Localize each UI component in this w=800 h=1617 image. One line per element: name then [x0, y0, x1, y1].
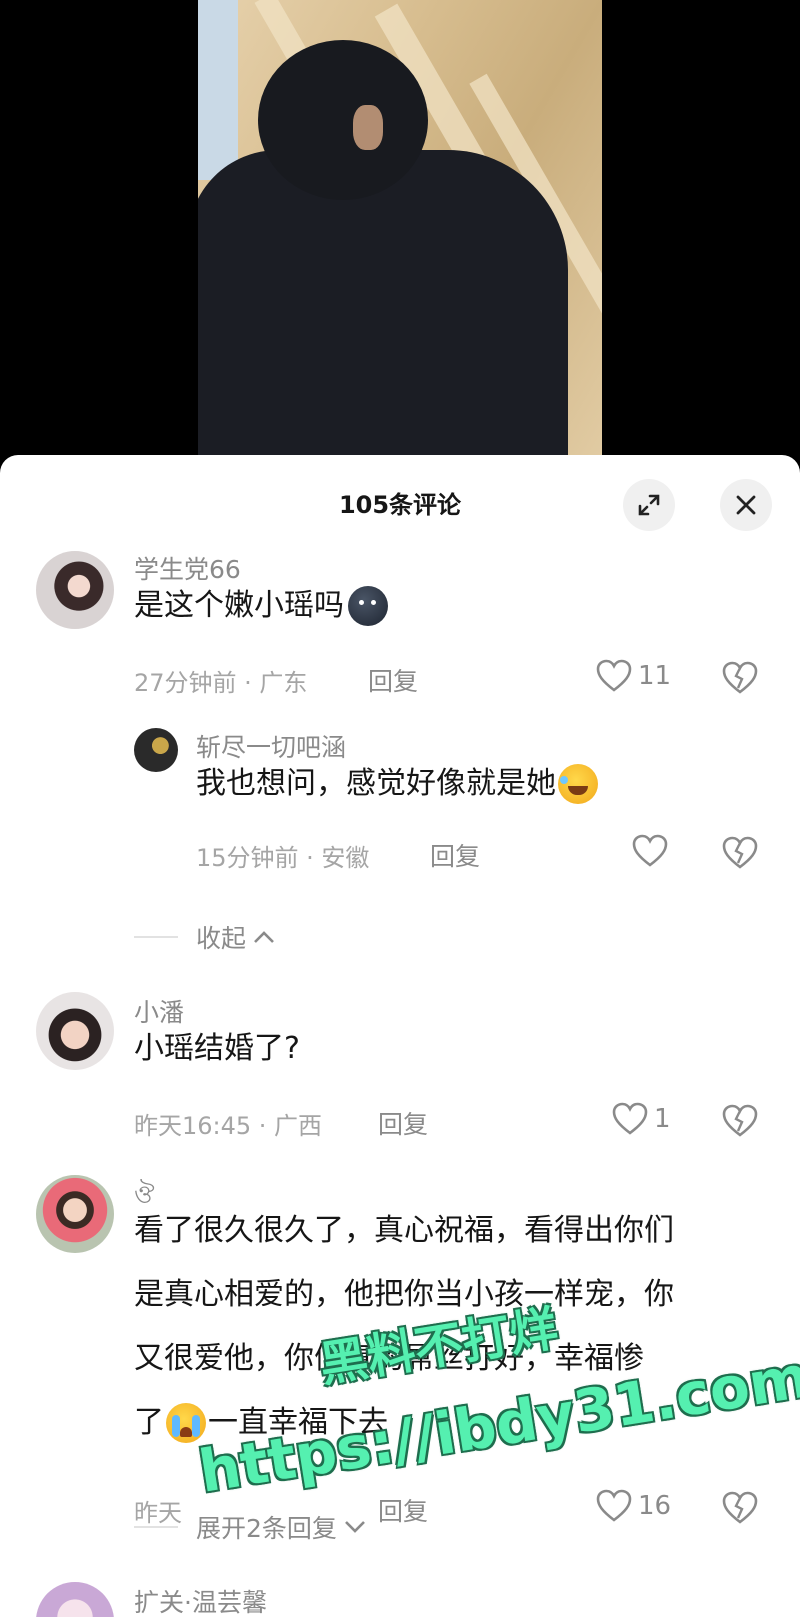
broken-heart-icon [722, 661, 758, 694]
dislike-button[interactable] [722, 1104, 758, 1142]
heart-outline-icon [596, 659, 632, 692]
comment-text: 小瑶结婚了? [134, 1031, 300, 1066]
reply-text: 我也想问，感觉好像就是她 [196, 766, 556, 801]
round-face-emoji [348, 586, 388, 626]
avatar[interactable] [36, 1582, 114, 1617]
reply-text-row: 我也想问，感觉好像就是她 [196, 756, 796, 812]
like-button[interactable] [632, 834, 674, 868]
broken-heart-icon [722, 836, 758, 869]
reply-avatar[interactable] [134, 728, 178, 772]
collapse-replies-button[interactable]: 收起 [196, 919, 276, 955]
chevron-up-icon [254, 931, 274, 943]
avatar[interactable] [36, 1175, 114, 1253]
like-button[interactable]: 11 [596, 659, 671, 693]
heart-outline-icon [612, 1102, 648, 1135]
video-frame [198, 0, 602, 470]
expand-replies-label: 展开2条回复 [196, 1514, 337, 1543]
like-count: 16 [638, 1491, 672, 1521]
comment-text-start: 了 [134, 1405, 164, 1440]
comment-meta: 27分钟前 · 广东 [134, 669, 308, 697]
comment-text-line: 看了很久很久了，真心祝福，看得出你们 [134, 1213, 674, 1248]
dislike-button[interactable] [722, 1491, 758, 1529]
comment-count-title: 105条评论 [338, 491, 462, 519]
person-figure [198, 150, 568, 470]
expand-icon [638, 494, 660, 516]
thread-divider [134, 936, 178, 938]
heart-outline-icon [632, 834, 668, 867]
comment-text: 是这个嫩小瑶吗 [134, 588, 344, 623]
laughing-emoji [558, 764, 598, 804]
chevron-down-icon [344, 1521, 365, 1533]
expand-button[interactable] [623, 479, 675, 531]
comment-meta: 昨天 [134, 1499, 182, 1527]
close-icon [736, 495, 756, 515]
reply-button[interactable]: 回复 [378, 1105, 428, 1141]
heart-outline-icon [596, 1489, 632, 1522]
broken-heart-icon [722, 1491, 758, 1524]
dislike-button[interactable] [722, 836, 758, 874]
video-player[interactable] [0, 0, 800, 470]
like-button[interactable]: 16 [596, 1489, 671, 1523]
like-count: 1 [654, 1104, 671, 1134]
like-count: 11 [638, 661, 672, 691]
comment-meta: 昨天16:45 · 广西 [134, 1112, 323, 1140]
reply-button[interactable]: 回复 [378, 1492, 428, 1528]
expand-replies-button[interactable]: 展开2条回复 [196, 1509, 367, 1545]
reply-button[interactable]: 回复 [430, 837, 480, 873]
broken-heart-icon [722, 1104, 758, 1137]
reply-meta: 15分钟前 · 安徽 [196, 844, 370, 872]
comment-sheet: 105条评论 学生党66 是这个嫩小瑶吗 27分钟前 · 广东 回复 11 斩尽… [0, 455, 800, 1617]
comment-text-row: 是这个嫩小瑶吗 [134, 578, 734, 634]
dislike-button[interactable] [722, 661, 758, 699]
thread-divider [134, 1526, 178, 1528]
collapse-label: 收起 [196, 924, 247, 953]
comment-username[interactable]: 扩关·温芸馨 [134, 1583, 267, 1617]
like-button[interactable]: 1 [612, 1102, 671, 1136]
avatar[interactable] [36, 551, 114, 629]
reply-button[interactable]: 回复 [368, 662, 418, 698]
avatar[interactable] [36, 992, 114, 1070]
close-button[interactable] [720, 479, 772, 531]
